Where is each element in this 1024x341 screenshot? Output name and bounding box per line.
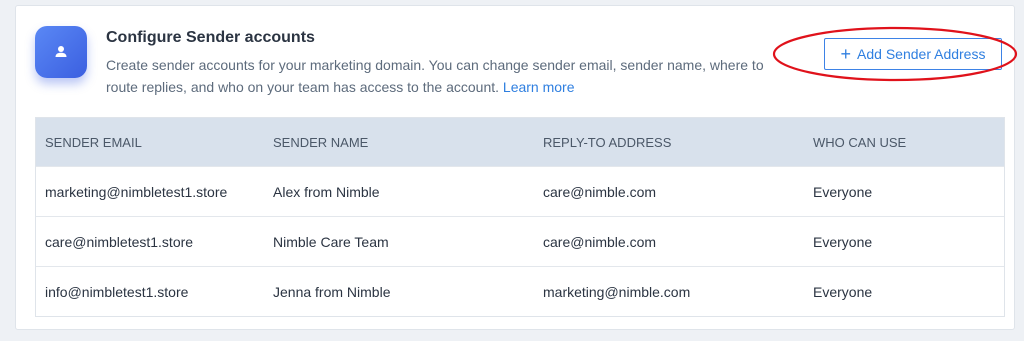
reply-to-cell: marketing@nimble.com (543, 283, 691, 300)
who-can-use-cell: Everyone (813, 183, 873, 200)
learn-more-link[interactable]: Learn more (503, 79, 575, 95)
reply-to-cell: care@nimble.com (543, 233, 657, 250)
who-can-use-cell: Everyone (813, 233, 873, 250)
column-header-reply-to: REPLY-TO ADDRESS (543, 134, 672, 150)
user-icon (55, 46, 67, 57)
avatar (35, 26, 87, 78)
page-title: Configure Sender accounts (106, 29, 315, 46)
table-row[interactable]: marketing@nimbletest1.store Alex from Ni… (36, 166, 1004, 216)
sender-name-cell: Alex from Nimble (273, 183, 380, 200)
column-header-sender-email: SENDER EMAIL (45, 134, 142, 150)
add-sender-address-label: Add Sender Address (857, 46, 986, 62)
sender-email-cell: info@nimbletest1.store (45, 283, 189, 300)
sender-name-cell: Jenna from Nimble (273, 283, 391, 300)
sender-accounts-card: Configure Sender accounts Create sender … (15, 5, 1015, 330)
sender-email-cell: care@nimbletest1.store (45, 233, 194, 250)
page-description: Create sender accounts for your marketin… (106, 54, 766, 98)
table-header: SENDER EMAIL SENDER NAME REPLY-TO ADDRES… (36, 118, 1004, 166)
plus-icon: + (840, 43, 852, 64)
add-sender-address-button[interactable]: + Add Sender Address (824, 38, 1002, 70)
column-header-who-can-use: WHO CAN USE (813, 134, 907, 150)
sender-accounts-table: SENDER EMAIL SENDER NAME REPLY-TO ADDRES… (35, 117, 1005, 317)
column-header-sender-name: SENDER NAME (273, 134, 369, 150)
description-text: Create sender accounts for your marketin… (106, 57, 764, 95)
who-can-use-cell: Everyone (813, 283, 873, 300)
table-row[interactable]: care@nimbletest1.store Nimble Care Team … (36, 216, 1004, 266)
sender-name-cell: Nimble Care Team (273, 233, 389, 250)
table-row[interactable]: info@nimbletest1.store Jenna from Nimble… (36, 266, 1004, 316)
sender-email-cell: marketing@nimbletest1.store (45, 183, 228, 200)
reply-to-cell: care@nimble.com (543, 183, 657, 200)
